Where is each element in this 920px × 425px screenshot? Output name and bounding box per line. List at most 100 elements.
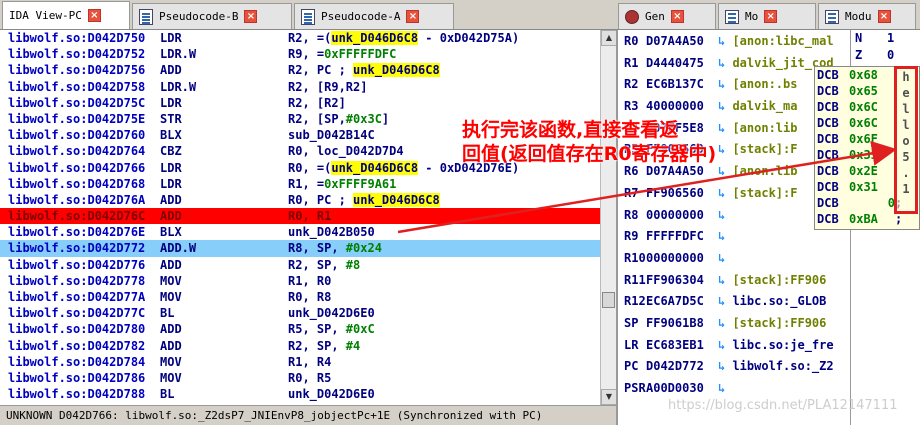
close-icon[interactable]: × <box>406 10 420 23</box>
register-value[interactable]: EC6B137C <box>646 73 718 95</box>
asm-mnemonic: LDR <box>160 160 182 175</box>
pointer-arrow-icon[interactable]: ↳ <box>718 99 732 113</box>
close-icon[interactable]: × <box>87 9 101 22</box>
asm-operand-text: R0, loc_D042D7D4 <box>288 144 404 159</box>
register-value[interactable]: D4440475 <box>646 52 718 74</box>
register-row[interactable]: R0 D07A4A50 ↳ [anon:libc_mal <box>618 30 850 52</box>
pointer-arrow-icon[interactable]: ↳ <box>718 381 732 395</box>
pointer-arrow-icon[interactable]: ↳ <box>718 359 732 373</box>
asm-address: libwolf.so:D042D756 <box>8 63 146 78</box>
register-value[interactable]: EC683EB1 <box>646 334 718 356</box>
asm-row[interactable]: libwolf.so:D042D782 ADD R2, SP, #4 <box>0 338 600 354</box>
asm-mnemonic: LDR.W <box>160 47 197 62</box>
highlighted-symbol[interactable]: unk_D046D6C8 <box>331 31 419 45</box>
close-icon[interactable]: × <box>670 10 684 23</box>
pointer-arrow-icon[interactable]: ↳ <box>718 229 732 243</box>
asm-row[interactable]: libwolf.so:D042D77A MOV R0, R8 <box>0 289 600 305</box>
asm-row[interactable]: libwolf.so:D042D750 LDR R2, =(unk_D046D6C8… <box>0 30 600 46</box>
asm-row[interactable]: libwolf.so:D042D768 LDR R1, =0xFFFF9A61 <box>0 176 600 192</box>
scroll-down-arrow-icon[interactable]: ▼ <box>601 389 617 405</box>
asm-row[interactable]: libwolf.so:D042D77C BL unk_D042D6E0 <box>0 305 600 321</box>
hex-value: 0x2E <box>849 164 878 178</box>
close-icon[interactable]: × <box>764 10 778 23</box>
tab-modu[interactable]: Modu × <box>818 3 916 29</box>
pointer-arrow-icon[interactable]: ↳ <box>718 294 732 308</box>
register-row[interactable]: SP FF9061B8 ↳ [stack]:FF906 <box>618 312 850 334</box>
asm-immediate: 0xFFFF9A61 <box>324 176 397 191</box>
asm-row[interactable]: libwolf.so:D042D76C ADD R0, R1 <box>0 208 600 225</box>
scroll-thumb[interactable] <box>602 292 615 308</box>
asm-mnemonic: MOV <box>160 290 182 304</box>
pointer-arrow-icon[interactable]: ↳ <box>718 273 732 287</box>
highlighted-symbol[interactable]: unk_D046D6C8 <box>353 63 440 78</box>
register-value[interactable]: FF906560 <box>646 182 718 204</box>
register-row[interactable]: R1000000000 ↳ <box>618 247 850 269</box>
asm-operands: R5, SP, #0xC <box>288 322 375 336</box>
pointer-arrow-icon[interactable]: ↳ <box>718 316 732 330</box>
asm-operand-tail: - 0xD042D75A) <box>418 31 520 45</box>
pointer-arrow-icon[interactable]: ↳ <box>718 186 732 200</box>
register-value[interactable]: FF9061B8 <box>646 312 718 334</box>
asm-row[interactable]: libwolf.so:D042D76A ADD R0, PC ; unk_D046D… <box>0 192 600 208</box>
register-row[interactable]: R12EC6A7D5C ↳ libc.so:_GLOB <box>618 290 850 312</box>
scroll-up-arrow-icon[interactable]: ▲ <box>601 30 617 46</box>
tab-mo[interactable]: Mo × <box>718 3 816 29</box>
asm-row[interactable]: libwolf.so:D042D76E BLX unk_D042B050 <box>0 224 600 240</box>
pointer-arrow-icon[interactable]: ↳ <box>718 77 732 91</box>
asm-row[interactable]: libwolf.so:D042D75C LDR R2, [R2] <box>0 95 600 111</box>
asm-row[interactable]: libwolf.so:D042D786 MOV R0, R5 <box>0 370 600 386</box>
asm-immediate: #8 <box>345 257 361 272</box>
asm-address: libwolf.so:D042D772 <box>8 241 146 256</box>
register-value[interactable]: A00D0030 <box>646 377 718 399</box>
pointer-arrow-icon[interactable]: ↳ <box>718 34 732 48</box>
asm-row[interactable]: libwolf.so:D042D752 LDR.W R9, =0xFFFFFDFC <box>0 46 600 62</box>
tab-ida-view-pc[interactable]: IDA View-PC × <box>2 1 130 29</box>
right-tabstrip: Gen × Mo × Modu × <box>616 0 920 30</box>
pointer-arrow-icon[interactable]: ↳ <box>718 56 732 70</box>
asm-address: libwolf.so:D042D786 <box>8 370 146 385</box>
asm-immediate: #4 <box>345 338 361 353</box>
asm-row[interactable]: libwolf.so:D042D772 ADD.W R8, SP, #0x24 <box>0 240 600 257</box>
asm-row[interactable]: libwolf.so:D042D780 ADD R5, SP, #0xC <box>0 321 600 337</box>
flag-row[interactable]: Z0 <box>851 47 920 64</box>
asm-row[interactable]: libwolf.so:D042D776 ADD R2, SP, #8 <box>0 257 600 273</box>
hex-directive: DCB <box>817 84 839 98</box>
register-row[interactable]: PC D042D772 ↳ libwolf.so:_Z2 <box>618 355 850 377</box>
asm-row[interactable]: libwolf.so:D042D778 MOV R1, R0 <box>0 273 600 289</box>
tab-pseudocode-a[interactable]: Pseudocode-A × <box>294 3 454 29</box>
register-row[interactable]: LR EC683EB1 ↳ libc.so:je_fre <box>618 334 850 356</box>
asm-address: libwolf.so:D042D75C <box>8 95 146 110</box>
register-value[interactable]: 40000000 <box>646 95 718 117</box>
asm-row[interactable]: libwolf.so:D042D788 BL unk_D042D6E0 <box>0 386 600 402</box>
register-value[interactable]: EC6A7D5C <box>646 290 718 312</box>
close-icon[interactable]: × <box>877 10 891 23</box>
register-value[interactable]: 00000000 <box>646 204 718 226</box>
asm-row[interactable]: libwolf.so:D042D784 MOV R1, R4 <box>0 354 600 370</box>
register-row[interactable]: R11FF906304 ↳ [stack]:FF906 <box>618 269 850 291</box>
asm-row[interactable]: libwolf.so:D042D756 ADD R2, PC ; unk_D046D… <box>0 62 600 78</box>
asm-mnemonic: MOV <box>160 354 182 369</box>
asm-row[interactable]: libwolf.so:D042D758 LDR.W R2, [R9,R2] <box>0 79 600 95</box>
register-value[interactable]: FFFFFDFC <box>646 225 718 247</box>
register-value[interactable]: 00000000 <box>646 247 718 269</box>
hex-value: 0x65 <box>849 84 878 98</box>
register-value[interactable]: D042D772 <box>646 355 718 377</box>
disassembly-view[interactable]: libwolf.so:D042D750 LDR R2, =(unk_D046D6C8… <box>0 30 600 405</box>
register-value[interactable]: FF906304 <box>646 269 718 291</box>
pointer-arrow-icon[interactable]: ↳ <box>718 164 732 178</box>
asm-operand-text: R1, R4 <box>288 354 332 369</box>
tab-pseudocode-b[interactable]: Pseudocode-B × <box>132 3 292 29</box>
pointer-arrow-icon[interactable]: ↳ <box>718 251 732 265</box>
register-name: R1 <box>624 55 639 70</box>
highlighted-symbol[interactable]: unk_D046D6C8 <box>353 192 440 207</box>
register-description: [anon:lib <box>732 164 798 179</box>
pointer-arrow-icon[interactable]: ↳ <box>718 338 732 352</box>
highlighted-symbol[interactable]: unk_D046D6C8 <box>331 160 419 175</box>
register-value[interactable]: D07A4A50 <box>646 30 718 52</box>
disassembly-scrollbar[interactable]: ▲ ▼ <box>600 30 617 405</box>
close-icon[interactable]: × <box>244 10 258 23</box>
register-row[interactable]: PSRA00D0030 ↳ <box>618 377 850 399</box>
tab-gen[interactable]: Gen × <box>618 3 716 29</box>
flag-row[interactable]: N1 <box>851 30 920 47</box>
pointer-arrow-icon[interactable]: ↳ <box>718 208 732 222</box>
